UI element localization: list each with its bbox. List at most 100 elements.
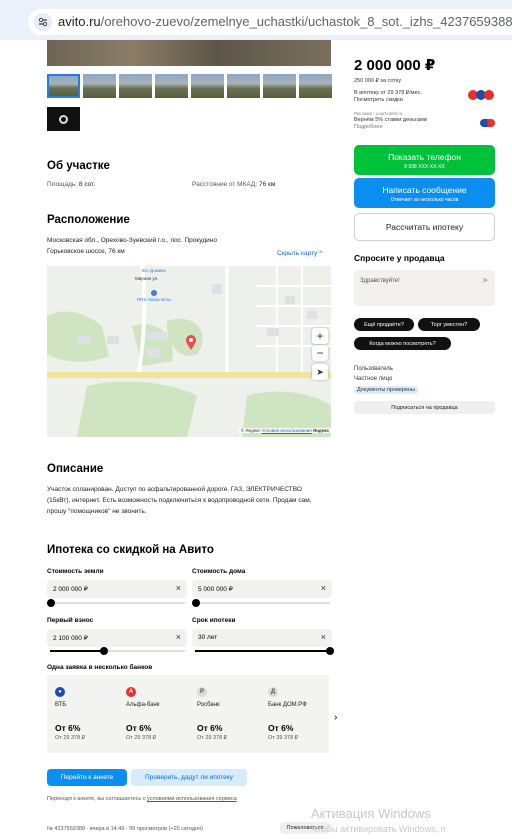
bank-payment: От 29 378 ₽ bbox=[126, 735, 157, 741]
land-cost-slider[interactable] bbox=[47, 599, 185, 607]
terms-prefix: Переходя к анкете, вы соглашаетесь с bbox=[47, 796, 146, 802]
area-info: Площадь: 8 сот. bbox=[47, 181, 95, 188]
address: Московская обл., Орехово-Зуевский г.о., … bbox=[47, 237, 217, 244]
photo-thumbnail[interactable] bbox=[83, 74, 116, 98]
bank-logo-icon: Р bbox=[197, 687, 207, 697]
clear-icon[interactable]: × bbox=[321, 632, 326, 642]
quick-question-chip[interactable]: Ещё продаёте? bbox=[354, 318, 414, 331]
house-cost-slider[interactable] bbox=[192, 599, 330, 607]
mortgage-line: В ипотеку от 29 378 ₽/мес. bbox=[354, 90, 422, 96]
reply-time: Отвечает за несколько часов bbox=[390, 197, 459, 203]
description-title: Описание bbox=[47, 463, 104, 475]
slider-handle[interactable] bbox=[192, 599, 201, 607]
chevron-right-icon[interactable]: › bbox=[334, 712, 337, 723]
slider-handle[interactable] bbox=[100, 647, 108, 655]
url-text[interactable]: avito.ru/orehovo-zuevo/zemelnye_uchastki… bbox=[58, 14, 512, 29]
photo-thumbnail[interactable] bbox=[47, 74, 80, 98]
photo-thumbnail[interactable] bbox=[227, 74, 260, 98]
play-icon bbox=[59, 114, 68, 124]
map-copyright: © Яндекс bbox=[240, 428, 261, 433]
docs-badge: Документы проверены bbox=[354, 386, 419, 394]
cashback-text[interactable]: Вернём 5% ставки деньгами bbox=[354, 117, 427, 123]
poi-label: RRS Наша мгла bbox=[137, 297, 171, 302]
photo-thumbnail[interactable] bbox=[299, 74, 332, 98]
about-title: Об участке bbox=[47, 160, 110, 172]
clear-icon[interactable]: × bbox=[176, 632, 181, 642]
clear-icon[interactable]: × bbox=[176, 583, 181, 593]
bank-card[interactable]: Д Банк ДОМ.РФ От 6% От 29 378 ₽ bbox=[260, 675, 330, 753]
quick-question-chip[interactable]: Когда можно посмотреть? bbox=[354, 337, 451, 350]
zoom-out-button[interactable]: − bbox=[312, 345, 328, 361]
area-label: Площадь: bbox=[47, 181, 78, 188]
hide-map-link[interactable]: Скрыть карту ^ bbox=[277, 250, 322, 257]
bank-payment: От 29 378 ₽ bbox=[197, 735, 228, 741]
bank-logo-icon: А bbox=[126, 687, 136, 697]
photo-thumbnail[interactable] bbox=[119, 74, 152, 98]
bank-rate: От 6% bbox=[126, 723, 152, 733]
distance-value: 76 км bbox=[258, 181, 276, 188]
bank-rate: От 6% bbox=[197, 723, 223, 733]
bank-name: Росбанк bbox=[197, 702, 220, 708]
slider-handle[interactable] bbox=[47, 599, 56, 607]
price: 2 000 000 ₽ bbox=[354, 57, 436, 74]
photo-thumbnail[interactable] bbox=[155, 74, 188, 98]
write-message-label: Написать сообщение bbox=[382, 185, 467, 195]
terms-link[interactable]: условиями использования сервиса bbox=[147, 796, 237, 802]
slider-handle[interactable] bbox=[326, 647, 334, 655]
url-domain: avito.ru bbox=[58, 14, 101, 29]
description-text: Участок спланирован. Доступ по асфальтир… bbox=[47, 486, 312, 515]
chevron-up-icon: ^ bbox=[319, 250, 323, 257]
show-phone-label: Показать телефон bbox=[388, 152, 461, 162]
video-thumbnail[interactable] bbox=[47, 107, 80, 131]
bank-card[interactable]: ● ВТБ От 6% От 29 378 ₽ bbox=[47, 675, 117, 753]
distance-label: Расстояние от МКАД: bbox=[192, 181, 258, 188]
photo-thumbnail[interactable] bbox=[191, 74, 224, 98]
show-phone-button[interactable]: Показать телефон 8 938 XXX-XX-XX bbox=[354, 145, 495, 175]
down-payment-input[interactable]: 2 100 000 ₽ × bbox=[47, 629, 187, 647]
land-cost-input[interactable]: 2 000 000 ₽ × bbox=[47, 580, 187, 598]
windows-activation-title: Активация Windows bbox=[311, 806, 431, 821]
main-photo[interactable] bbox=[47, 40, 331, 66]
quick-question-chip[interactable]: Торг уместен? bbox=[418, 318, 480, 331]
apply-button[interactable]: Перейти к анкете bbox=[47, 769, 127, 786]
write-message-button[interactable]: Написать сообщение Отвечает за несколько… bbox=[354, 178, 495, 208]
term-label: Срок ипотеки bbox=[192, 617, 236, 624]
message-input[interactable]: Здравствуйте! ➤ bbox=[354, 270, 495, 306]
bank-card[interactable]: Р Росбанк От 6% От 29 378 ₽ bbox=[189, 675, 259, 753]
seller-name[interactable]: Пользователь bbox=[354, 366, 393, 372]
windows-activation-text: Чтобы активировать Windows, п bbox=[311, 824, 446, 834]
geolocation-icon[interactable]: ➤ bbox=[312, 364, 328, 380]
house-cost-input[interactable]: 5 000 000 ₽ × bbox=[192, 580, 332, 598]
discounts-link[interactable]: Посмотреть скидки bbox=[354, 97, 403, 103]
bank-logo-icon: Д bbox=[268, 687, 278, 697]
check-mortgage-button[interactable]: Проверить, дадут ли ипотеку bbox=[131, 769, 247, 786]
phone-masked: 8 938 XXX-XX-XX bbox=[404, 164, 445, 170]
area-value: 8 сот. bbox=[78, 181, 96, 188]
terms-note: Переходя к анкете, вы соглашаетесь с усл… bbox=[47, 796, 237, 802]
zoom-in-button[interactable]: + bbox=[312, 328, 328, 344]
map-canvas bbox=[47, 266, 331, 437]
term-input[interactable]: 30 лет × bbox=[192, 629, 332, 647]
down-payment-label: Первый взнос bbox=[47, 617, 94, 624]
term-value: 30 лет bbox=[198, 634, 218, 641]
send-icon[interactable]: ➤ bbox=[481, 275, 489, 286]
bank-rate: От 6% bbox=[268, 723, 294, 733]
site-info-icon[interactable] bbox=[34, 13, 52, 31]
bank-payment: От 29 378 ₽ bbox=[55, 735, 86, 741]
mortgage-title: Ипотека со скидкой на Авито bbox=[47, 544, 214, 556]
hide-map-label: Скрыть карту bbox=[277, 250, 318, 257]
term-slider[interactable] bbox=[195, 647, 334, 655]
down-payment-slider[interactable] bbox=[50, 647, 185, 655]
more-link[interactable]: Подробнее bbox=[354, 124, 383, 130]
subscribe-button[interactable]: Подписаться на продавца bbox=[354, 401, 495, 414]
bank-logo-icon bbox=[484, 90, 494, 100]
street-label: Мирная ул. bbox=[135, 276, 159, 281]
clear-icon[interactable]: × bbox=[321, 583, 326, 593]
map[interactable]: Эко Домики Мирная ул. RRS Наша мгла + − … bbox=[47, 266, 331, 437]
bank-card[interactable]: А Альфа-банк От 6% От 29 378 ₽ bbox=[118, 675, 188, 753]
land-cost-label: Стоимость земли bbox=[47, 568, 104, 575]
photo-thumbnail[interactable] bbox=[263, 74, 296, 98]
calc-mortgage-button[interactable]: Рассчитать ипотеку bbox=[354, 213, 495, 241]
map-terms-link[interactable]: Условия использования bbox=[262, 428, 312, 433]
bank-ad-logo-icon bbox=[480, 119, 495, 127]
